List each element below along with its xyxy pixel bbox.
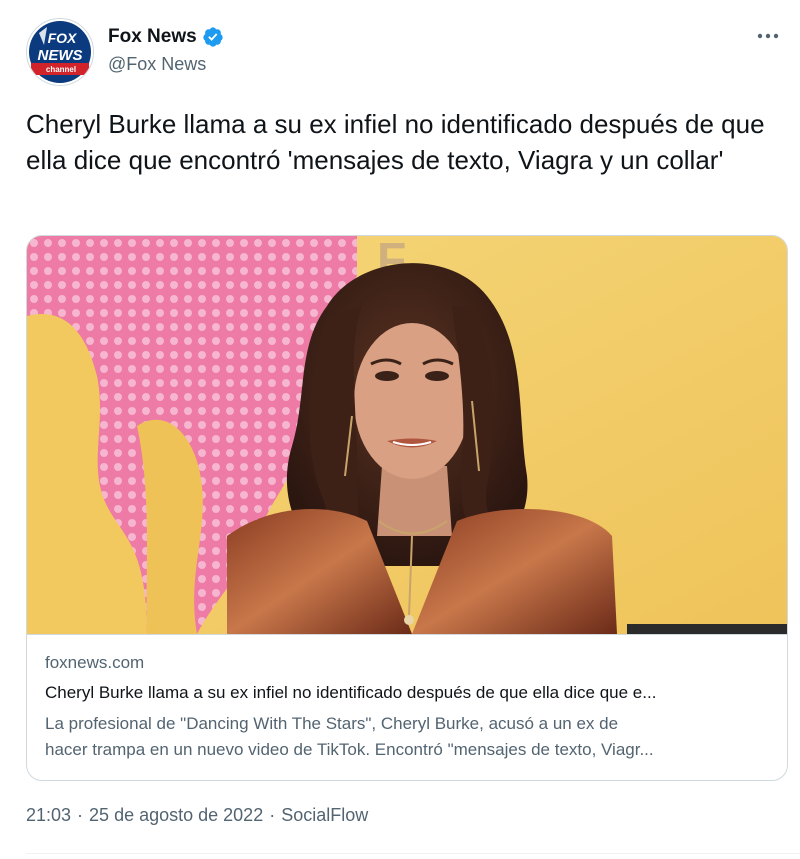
card-domain: foxnews.com (45, 653, 145, 672)
more-options-button[interactable] (752, 24, 784, 48)
author-handle[interactable]: @Fox News (108, 54, 206, 75)
tweet: FOX NEWS channel Fox News @Fox News Cher… (0, 0, 800, 859)
tweet-source[interactable]: SocialFlow (281, 805, 368, 826)
separator: · (269, 805, 276, 825)
card-description-line: hacer trampa en un nuevo video de TikTok… (45, 740, 654, 759)
logo-text-fox: FOX (48, 30, 78, 46)
verified-badge-icon (202, 26, 224, 48)
author-name[interactable]: Fox News (108, 26, 224, 48)
fox-news-logo: FOX NEWS channel (27, 19, 93, 85)
author-name-label: Fox News (108, 26, 197, 47)
card-photo: F (27, 236, 787, 634)
tweet-meta: 21:03 · 25 de agosto de 2022 · SocialFlo… (26, 805, 368, 826)
card-title: Cheryl Burke llama a su ex infiel no ide… (45, 683, 657, 702)
author-avatar[interactable]: FOX NEWS channel (26, 18, 94, 86)
more-options-icon (757, 33, 779, 39)
tweet-text: Cheryl Burke llama a su ex infiel no ide… (26, 109, 765, 175)
card-info[interactable]: foxnews.com Cheryl Burke llama a su ex i… (27, 634, 787, 780)
logo-text-channel: channel (46, 65, 76, 74)
card-description-line: La profesional de "Dancing With The Star… (45, 714, 619, 733)
separator: · (77, 805, 84, 825)
link-card[interactable]: F foxnews.com Cheryl Burke llama a su ex… (26, 235, 788, 781)
card-image[interactable]: F (27, 236, 787, 634)
logo-text-news: NEWS (38, 47, 83, 64)
tweet-date[interactable]: 25 de agosto de 2022 (89, 805, 263, 826)
divider (26, 853, 800, 854)
tweet-time[interactable]: 21:03 (26, 805, 71, 826)
card-description: La profesional de "Dancing With The Star… (45, 711, 769, 763)
